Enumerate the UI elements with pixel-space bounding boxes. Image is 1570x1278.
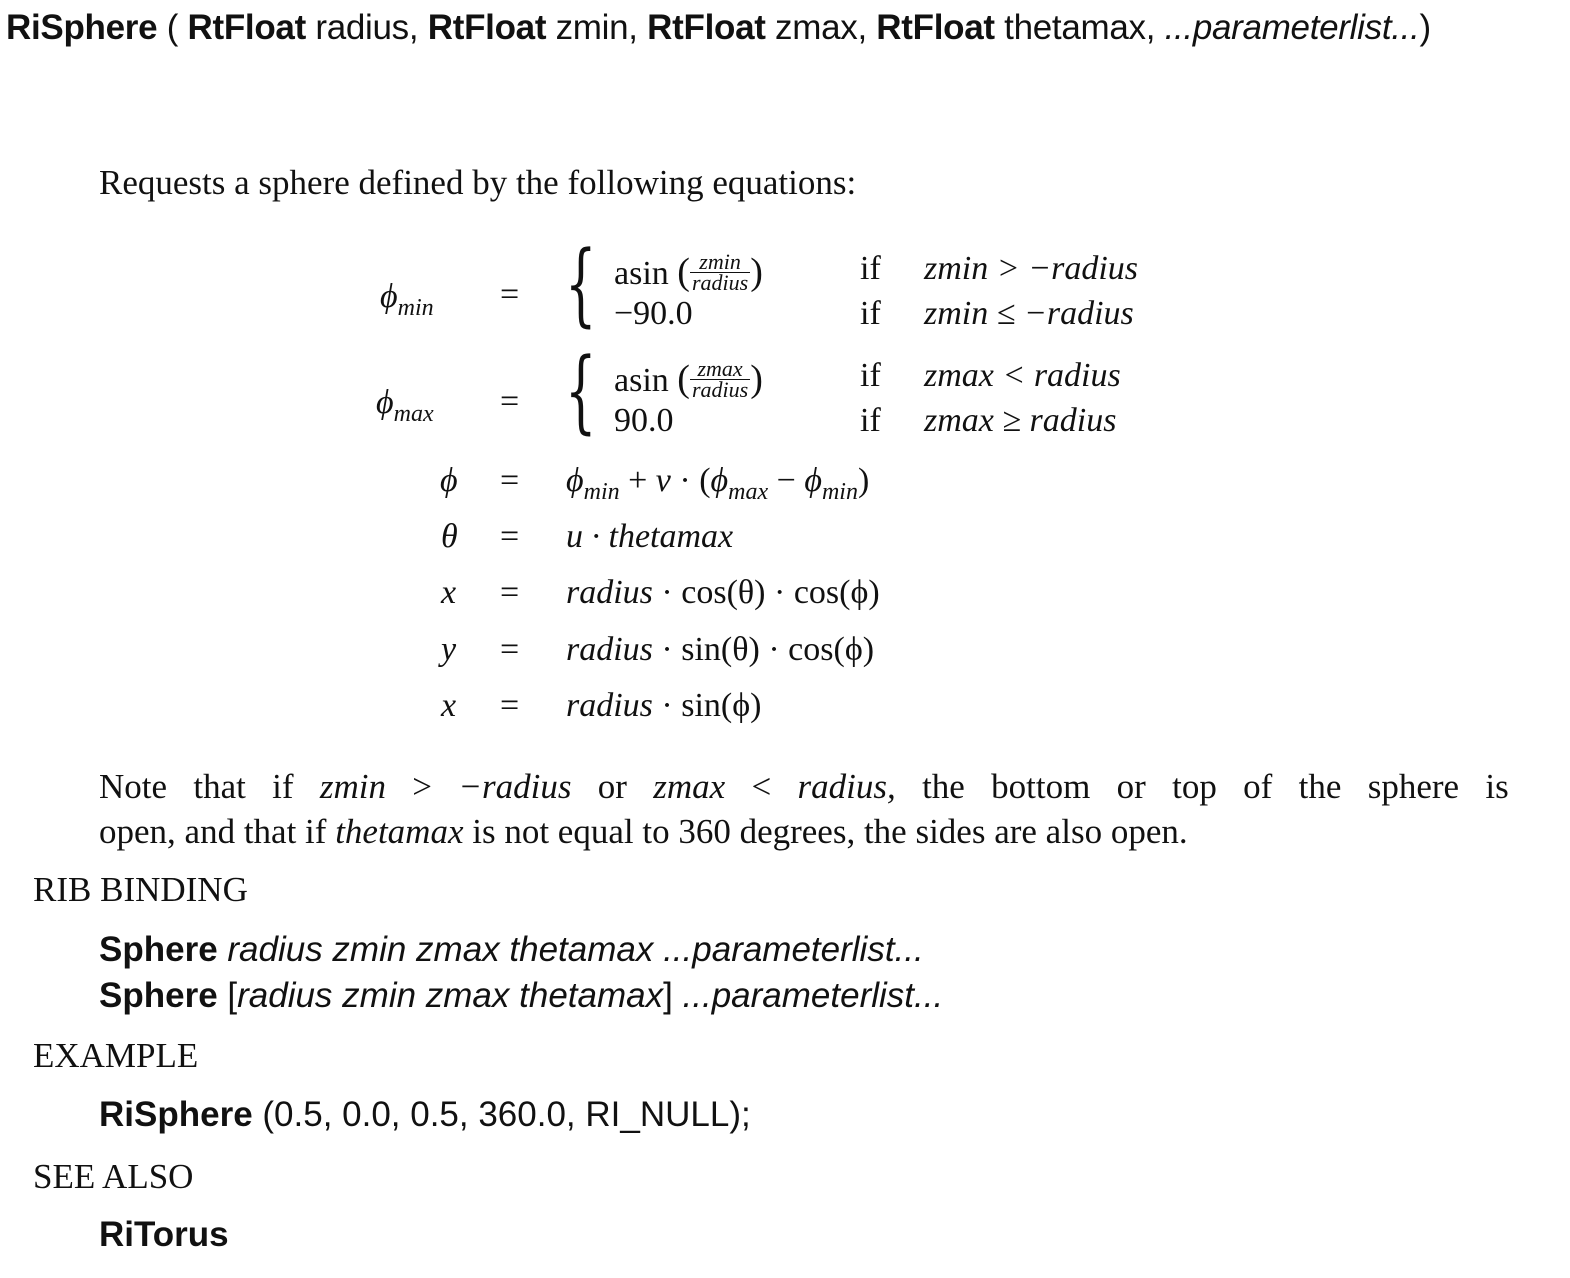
param-zmax: zmax,	[765, 8, 877, 47]
intro-paragraph: Requests a sphere defined by the followi…	[99, 163, 857, 202]
equals-sign: =	[500, 574, 520, 611]
param-type: RtFloat	[187, 8, 306, 47]
if-label: if	[860, 402, 881, 439]
phi-rhs: ϕmin + v · (ϕmax − ϕmin)	[566, 462, 870, 505]
section-header-see-also: SEE ALSO	[33, 1157, 194, 1196]
theta-lhs: θ	[441, 518, 458, 555]
function-signature: RiSphere ( RtFloat radius, RtFloat zmin,…	[6, 8, 1431, 48]
condition: zmin ≤ −radius	[924, 295, 1134, 332]
see-also-link[interactable]: RiTorus	[99, 1215, 229, 1255]
param-zmin: zmin,	[546, 8, 648, 47]
rib-binding-line: Sphere [radius zmin zmax thetamax] ...pa…	[99, 976, 944, 1015]
note-line-1: Note that if zmin > −radius or zmax < radius, the b…	[99, 767, 1509, 806]
function-name: RiSphere	[6, 8, 158, 47]
if-label: if	[860, 357, 881, 394]
equals-sign: =	[500, 631, 520, 668]
condition: zmin > −radius	[924, 250, 1139, 287]
close-paren: )	[1419, 8, 1432, 47]
section-header-example: EXAMPLE	[33, 1036, 199, 1075]
value-neg90: −90.0	[614, 295, 693, 332]
open-paren: (	[157, 8, 188, 47]
param-radius: radius,	[305, 8, 428, 47]
asin-zmax: asin (zmax radius)	[614, 355, 763, 402]
z-lhs: x	[441, 687, 457, 724]
theta-rhs: u · thetamax	[566, 518, 734, 555]
condition: zmax ≥ radius	[924, 402, 1117, 439]
x-rhs: radius · cos(θ) · cos(ϕ)	[566, 574, 880, 611]
phi-lhs: ϕ	[440, 462, 458, 499]
if-label: if	[860, 250, 881, 287]
phi-max-lhs: ϕmax	[376, 384, 434, 427]
y-lhs: y	[441, 631, 457, 668]
param-type: RtFloat	[876, 8, 995, 47]
equals-sign: =	[500, 687, 520, 724]
left-brace: {	[565, 232, 597, 337]
z-rhs: radius · sin(ϕ)	[566, 687, 762, 724]
condition: zmax < radius	[924, 357, 1121, 394]
section-header-rib-binding: RIB BINDING	[33, 870, 248, 909]
param-type: RtFloat	[647, 8, 766, 47]
param-thetamax: thetamax,	[994, 8, 1165, 47]
param-list: ...parameterlist...	[1164, 8, 1420, 47]
phi-min-lhs: ϕmin	[380, 278, 434, 321]
if-label: if	[860, 295, 881, 332]
x-lhs: x	[441, 574, 457, 611]
equals-sign: =	[500, 462, 520, 499]
equals-sign: =	[500, 383, 520, 420]
equals-sign: =	[500, 276, 520, 313]
note-line-2: open, and that if thetamax is not equal …	[99, 812, 1188, 851]
param-type: RtFloat	[427, 8, 547, 47]
example-code: RiSphere (0.5, 0.0, 0.5, 360.0, RI_NULL)…	[99, 1095, 751, 1134]
value-pos90: 90.0	[614, 402, 674, 439]
y-rhs: radius · sin(θ) · cos(ϕ)	[566, 631, 875, 668]
left-brace: {	[565, 339, 597, 444]
equals-sign: =	[500, 518, 520, 555]
asin-zmin: asin (zmin radius)	[614, 248, 763, 295]
rib-binding-line: Sphere radius zmin zmax thetamax ...para…	[99, 930, 924, 969]
